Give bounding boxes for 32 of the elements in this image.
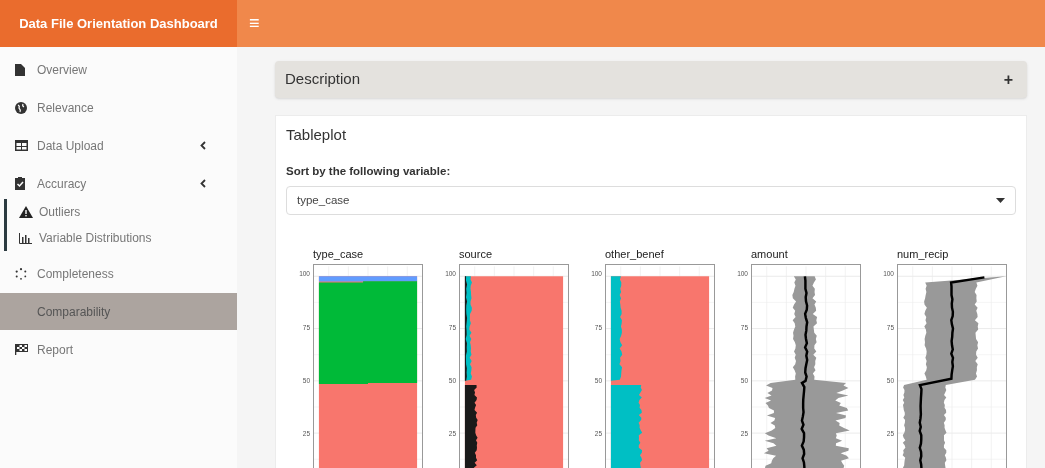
sidebar-item[interactable]: Accuracy <box>0 165 237 202</box>
warning-icon <box>19 206 33 218</box>
plot-title: amount <box>751 246 789 262</box>
sidebar-item[interactable]: Completeness <box>0 255 237 292</box>
app-title: Data File Orientation Dashboard <box>19 14 218 33</box>
chevron-left-icon <box>200 179 206 188</box>
sidebar-subitem[interactable]: Variable Distributions <box>7 225 237 251</box>
clipboard-check-icon <box>15 177 25 190</box>
sidebar-item[interactable]: Overview <box>0 51 237 88</box>
menu-toggle-button[interactable]: ≡ <box>237 0 272 47</box>
sidebar-item[interactable]: Comparability <box>0 293 237 330</box>
file-icon <box>15 63 25 76</box>
spinner-icon <box>15 267 27 280</box>
sidebar-item[interactable]: Data Upload <box>0 127 237 164</box>
bar-chart-icon <box>19 232 32 244</box>
chevron-left-icon <box>200 141 206 150</box>
field-label: Sort by the following variable: <box>286 163 452 179</box>
sort-dropdown[interactable]: type_case <box>286 185 1016 215</box>
panel-title: Description <box>285 69 361 90</box>
plot-title: source <box>459 246 494 262</box>
expand-button[interactable]: + <box>999 67 1017 92</box>
plot-title: other_benef <box>605 246 665 262</box>
sidebar-item[interactable]: Relevance <box>0 89 237 126</box>
caret-icon <box>996 197 1005 203</box>
plot-title: type_case <box>313 246 365 262</box>
globe-icon <box>15 101 27 114</box>
sidebar-item[interactable]: Report <box>0 331 237 368</box>
checkered-flag-icon <box>15 344 28 355</box>
sidebar-subitem[interactable]: Outliers <box>7 199 237 225</box>
card-title: Tableplot <box>286 125 348 145</box>
plot-title: num_recip <box>897 246 950 262</box>
table-icon <box>15 140 28 151</box>
